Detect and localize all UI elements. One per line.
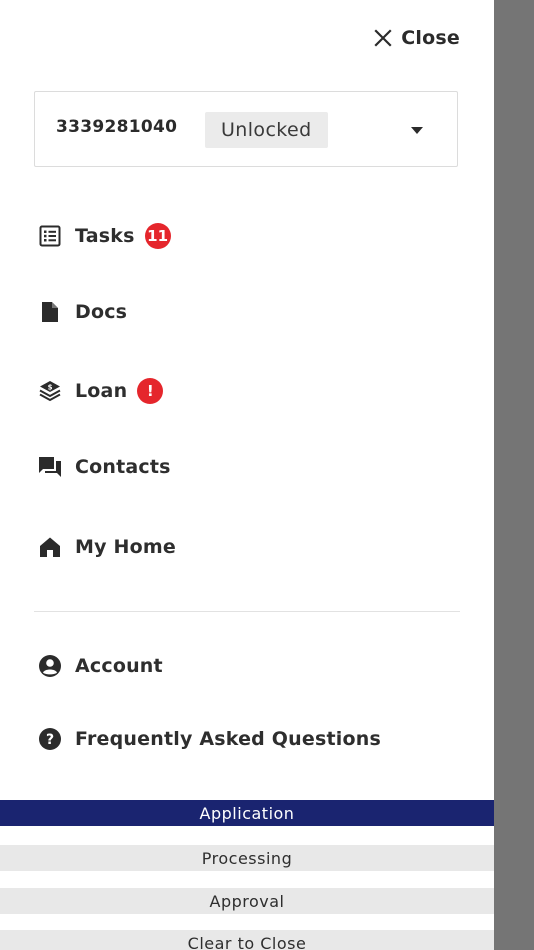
nav-item-docs[interactable]: Docs <box>38 292 458 332</box>
close-button[interactable]: Close <box>373 24 460 52</box>
nav-item-label: Tasks <box>75 225 135 247</box>
list-icon <box>38 224 62 248</box>
nav-divider <box>34 611 460 612</box>
home-icon <box>38 535 62 559</box>
close-label: Close <box>401 27 460 49</box>
loan-number: 3339281040 <box>56 117 178 137</box>
nav-item-label: Loan <box>75 380 128 402</box>
stage-processing[interactable]: Processing <box>0 845 494 871</box>
nav-item-loan[interactable]: $ Loan ! <box>38 371 458 411</box>
close-icon <box>374 29 392 47</box>
lock-status-badge: Unlocked <box>205 112 328 148</box>
stage-approval[interactable]: Approval <box>0 888 494 914</box>
nav-item-tasks[interactable]: Tasks 11 <box>38 216 458 256</box>
loan-selector-dropdown[interactable]: 3339281040 Unlocked <box>34 91 458 167</box>
layers-dollar-icon: $ <box>38 379 62 403</box>
loan-alert-badge: ! <box>137 378 164 404</box>
stage-clear-to-close[interactable]: Clear to Close <box>0 930 494 950</box>
document-icon <box>38 300 62 324</box>
help-circle-icon: ? <box>38 727 62 751</box>
nav-item-account[interactable]: Account <box>38 646 458 686</box>
nav-item-label: My Home <box>75 536 176 558</box>
nav-item-contacts[interactable]: Contacts <box>38 447 458 487</box>
backdrop-scrim[interactable] <box>494 0 534 950</box>
caret-down-icon <box>411 127 423 134</box>
navigation-drawer: Close 3339281040 Unlocked Tasks 11 Docs … <box>0 0 494 950</box>
nav-item-label: Frequently Asked Questions <box>75 728 381 750</box>
nav-item-label: Docs <box>75 301 128 323</box>
nav-item-label: Contacts <box>75 456 171 478</box>
nav-item-label: Account <box>75 655 163 677</box>
svg-text:$: $ <box>48 384 53 392</box>
stage-application[interactable]: Application <box>0 800 494 826</box>
chat-icon <box>38 455 62 479</box>
tasks-count-badge: 11 <box>144 223 171 249</box>
account-circle-icon <box>38 654 62 678</box>
nav-item-my-home[interactable]: My Home <box>38 527 458 567</box>
nav-item-faq[interactable]: ? Frequently Asked Questions <box>38 719 458 759</box>
svg-text:?: ? <box>46 732 54 748</box>
